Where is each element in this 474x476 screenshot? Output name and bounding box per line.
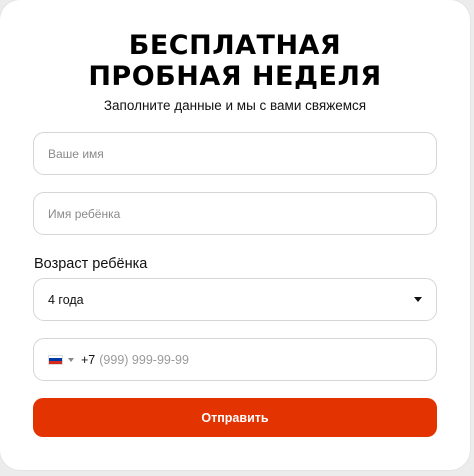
name-input[interactable]: Ваше имя (33, 132, 437, 175)
title-line-2: ПРОБНАЯ НЕДЕЛЯ (88, 61, 382, 92)
chevron-down-icon (414, 297, 422, 302)
name-placeholder: Ваше имя (48, 146, 104, 161)
russia-flag-icon[interactable] (48, 354, 63, 365)
age-selected-value: 4 года (48, 292, 84, 307)
child-name-input[interactable]: Имя ребёнка (33, 192, 437, 235)
age-select[interactable]: 4 года (33, 278, 437, 321)
country-dropdown-caret-icon[interactable] (68, 357, 74, 362)
age-label: Возраст ребёнка (34, 256, 148, 272)
child-name-placeholder: Имя ребёнка (48, 206, 121, 221)
submit-button[interactable]: Отправить (33, 398, 437, 437)
form-card: БЕСПЛАТНАЯ ПРОБНАЯ НЕДЕЛЯ Заполните данн… (0, 0, 470, 470)
phone-placeholder: (999) 999-99-99 (99, 352, 189, 367)
subtitle: Заполните данные и мы с вами свяжемся (103, 98, 367, 113)
phone-country-code: +7 (81, 352, 96, 367)
phone-input[interactable]: +7 (999) 999-99-99 (33, 338, 437, 381)
title-line-1: БЕСПЛАТНАЯ (128, 30, 342, 61)
